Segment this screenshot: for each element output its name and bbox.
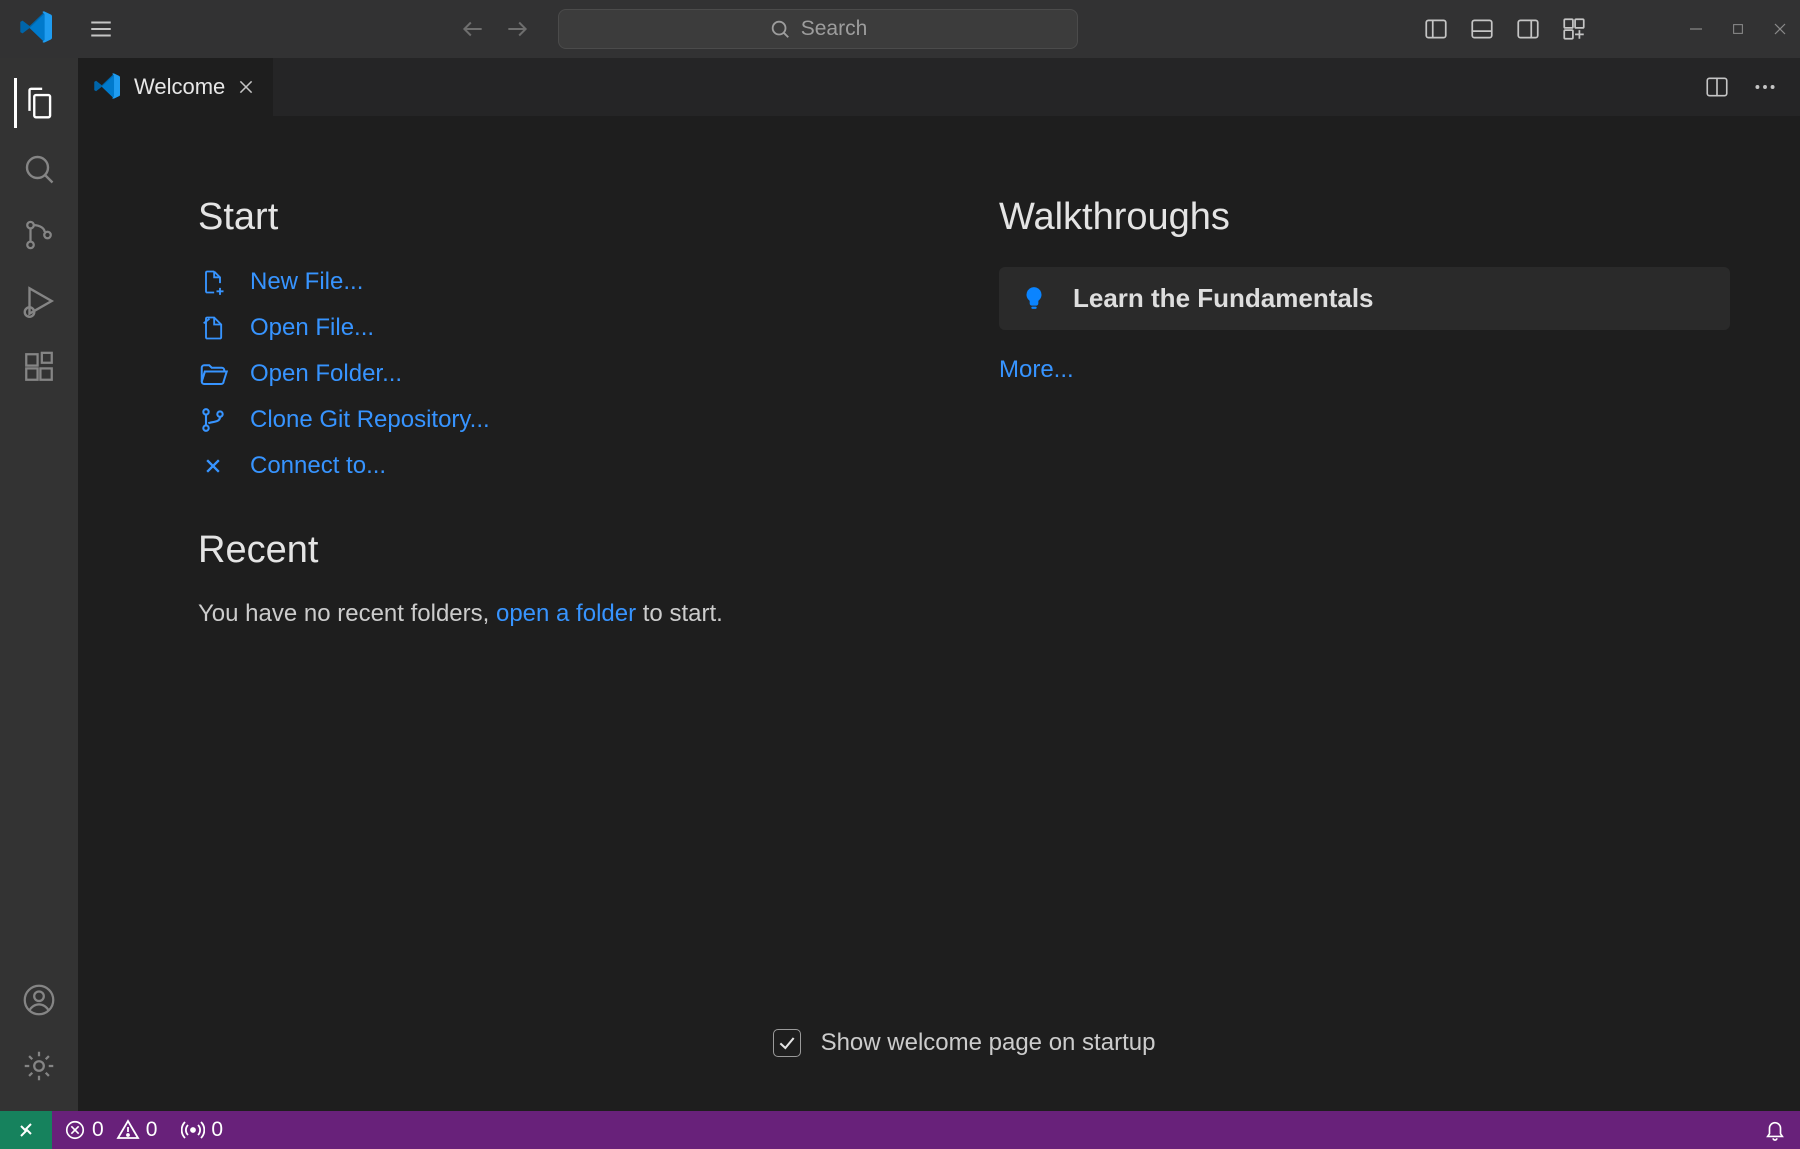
- remote-icon: [198, 451, 228, 481]
- start-open-folder[interactable]: Open Folder...: [198, 359, 929, 389]
- start-link-label: Connect to...: [250, 452, 386, 480]
- error-icon: [64, 1119, 86, 1141]
- activity-accounts[interactable]: [14, 967, 64, 1033]
- tab-welcome[interactable]: Welcome: [78, 58, 273, 116]
- folder-open-icon: [198, 359, 228, 389]
- start-new-file[interactable]: New File...: [198, 267, 929, 297]
- status-warnings-count: 0: [146, 1118, 158, 1142]
- status-ports-count: 0: [211, 1118, 223, 1142]
- status-problems[interactable]: 0 0: [52, 1111, 169, 1149]
- status-notifications[interactable]: [1752, 1111, 1800, 1149]
- new-file-icon: [198, 267, 228, 297]
- broadcast-icon: [181, 1118, 205, 1142]
- activity-bar: [0, 58, 78, 1111]
- activity-search[interactable]: [14, 136, 64, 202]
- tab-close-button[interactable]: [237, 78, 255, 96]
- toggle-secondary-sidebar-button[interactable]: [1514, 15, 1542, 43]
- tab-title: Welcome: [134, 74, 225, 100]
- warning-icon: [116, 1118, 140, 1142]
- walkthroughs-heading: Walkthroughs: [999, 196, 1730, 239]
- recent-heading: Recent: [198, 529, 929, 572]
- window-maximize-button[interactable]: [1726, 17, 1750, 41]
- start-link-label: New File...: [250, 268, 363, 296]
- menu-button[interactable]: [86, 14, 116, 44]
- nav-back-button[interactable]: [460, 16, 486, 42]
- vscode-logo-icon: [94, 73, 122, 101]
- vscode-logo-icon: [20, 11, 56, 47]
- status-bar: 0 0 0: [0, 1111, 1800, 1149]
- search-icon: [769, 18, 791, 40]
- window-close-button[interactable]: [1768, 17, 1792, 41]
- start-open-file[interactable]: Open File...: [198, 313, 929, 343]
- customize-layout-button[interactable]: [1560, 15, 1588, 43]
- git-branch-icon: [198, 405, 228, 435]
- start-clone-repo[interactable]: Clone Git Repository...: [198, 405, 929, 435]
- tab-bar: Welcome: [78, 58, 1800, 116]
- lightbulb-icon: [1021, 285, 1049, 313]
- search-placeholder: Search: [801, 17, 868, 41]
- recent-empty-text: You have no recent folders, open a folde…: [198, 600, 929, 628]
- more-actions-button[interactable]: [1752, 74, 1778, 100]
- nav-forward-button[interactable]: [504, 16, 530, 42]
- start-heading: Start: [198, 196, 929, 239]
- start-link-label: Clone Git Repository...: [250, 406, 490, 434]
- toggle-primary-sidebar-button[interactable]: [1422, 15, 1450, 43]
- start-link-label: Open Folder...: [250, 360, 402, 388]
- start-link-label: Open File...: [250, 314, 374, 342]
- status-errors-count: 0: [92, 1118, 104, 1142]
- activity-extensions[interactable]: [14, 334, 64, 400]
- activity-settings[interactable]: [14, 1033, 64, 1099]
- show-on-startup-checkbox[interactable]: [773, 1029, 801, 1057]
- status-remote-button[interactable]: [0, 1111, 52, 1149]
- welcome-page: Start New File... Open File.: [78, 116, 1800, 1111]
- split-editor-button[interactable]: [1704, 74, 1730, 100]
- activity-explorer[interactable]: [14, 70, 64, 136]
- show-on-startup-label: Show welcome page on startup: [821, 1029, 1156, 1057]
- search-input[interactable]: Search: [558, 9, 1078, 49]
- walkthrough-learn-fundamentals[interactable]: Learn the Fundamentals: [999, 267, 1730, 330]
- start-connect-to[interactable]: Connect to...: [198, 451, 929, 481]
- activity-source-control[interactable]: [14, 202, 64, 268]
- bell-icon: [1764, 1119, 1786, 1141]
- activity-run-debug[interactable]: [14, 268, 64, 334]
- toggle-panel-button[interactable]: [1468, 15, 1496, 43]
- walkthrough-title: Learn the Fundamentals: [1073, 283, 1374, 314]
- titlebar: Search: [0, 0, 1800, 58]
- open-file-icon: [198, 313, 228, 343]
- walkthroughs-more-link[interactable]: More...: [999, 356, 1074, 383]
- status-ports[interactable]: 0: [169, 1111, 235, 1149]
- open-folder-link[interactable]: open a folder: [496, 600, 636, 627]
- window-minimize-button[interactable]: [1684, 17, 1708, 41]
